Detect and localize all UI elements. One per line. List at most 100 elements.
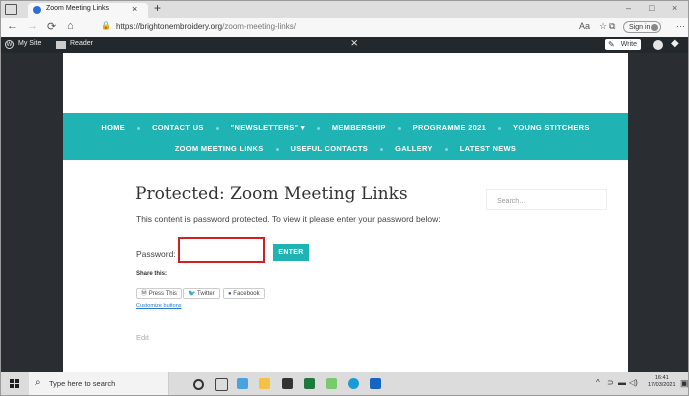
wpcom-x-icon: ⨯ [350, 38, 359, 49]
windows-logo-icon [15, 384, 19, 388]
nav-row-secondary: ZOOM MEETING LINKS USEFUL CONTACTS GALLERY… [63, 144, 628, 153]
network-icon[interactable]: ⊃ [607, 378, 614, 387]
excel-app-icon[interactable] [304, 378, 315, 389]
nav-row-primary: HOME CONTACT US "NEWSLETTERS" ▾ MEMBERSHIP P… [63, 123, 628, 132]
user-avatar[interactable] [653, 40, 663, 50]
start-button[interactable] [10, 379, 20, 389]
favorites-star-icon[interactable]: ☆ [599, 21, 607, 32]
share-heading: Share this: [136, 271, 168, 277]
refresh-button[interactable]: ⟳ [47, 20, 56, 33]
tray-chevron-icon[interactable]: ^ [596, 378, 600, 387]
notifications-icon[interactable]: ◆ [671, 38, 679, 49]
wordpress-icon: Ⓦ [141, 291, 148, 297]
forward-button[interactable]: → [27, 20, 38, 32]
customize-buttons-link[interactable]: Customize buttons [136, 303, 182, 309]
nav-link[interactable]: MEMBERSHIP [332, 123, 386, 132]
more-menu-button[interactable]: ··· [676, 21, 685, 31]
notification-center-icon[interactable]: ▣ [680, 378, 688, 389]
system-clock[interactable]: 16:41 17/03/2021 [648, 375, 676, 389]
url-path: /zoom-meeting-links/ [222, 22, 296, 31]
password-field[interactable] [178, 237, 265, 263]
task-view-icon[interactable] [215, 378, 228, 391]
windows-logo-icon [10, 384, 14, 388]
page-margin-left [1, 53, 63, 372]
windows-logo-icon [15, 379, 19, 383]
clock-date: 17/03/2021 [648, 382, 676, 388]
tab-strip: Zoom Meeting Links × + – □ × [1, 1, 688, 18]
nav-link[interactable]: LATEST NEWS [460, 144, 517, 153]
zoom-favicon-icon [33, 6, 41, 14]
home-button[interactable]: ⌂ [67, 20, 74, 32]
window-close-button[interactable]: × [672, 3, 677, 13]
taskbar-search-box[interactable]: ⌕ Type here to search [29, 372, 169, 395]
wordpress-logo-icon[interactable]: W [5, 40, 14, 49]
share-facebook-label: Facebook [233, 291, 260, 297]
site-page: HOME CONTACT US "NEWSLETTERS" ▾ MEMBERSHIP P… [63, 53, 628, 372]
nav-link[interactable]: HOME [101, 123, 125, 132]
nav-link[interactable]: CONTACT US [152, 123, 204, 132]
outlook-app-icon[interactable] [370, 378, 381, 389]
url-field[interactable]: https://brightonembroidery.org/zoom-meet… [116, 22, 296, 31]
sign-in-label: Sign in [629, 24, 651, 31]
share-facebook-button[interactable]: ● Facebook [223, 288, 265, 299]
nav-separator-dot [444, 147, 448, 151]
store-app-icon[interactable] [282, 378, 293, 389]
sidebar-search-box[interactable] [486, 189, 609, 210]
my-site-link[interactable]: My Site [18, 40, 41, 47]
profile-icon [651, 24, 658, 31]
edit-link[interactable]: Edit [136, 333, 149, 342]
cortana-icon[interactable] [193, 379, 204, 390]
windows-taskbar: ⌕ Type here to search ^ ⊃ ▬ ◁) 16:41 17/… [1, 372, 688, 395]
nav-link[interactable]: YOUNG STITCHERS [513, 123, 590, 132]
write-button[interactable]: ✎ Write [605, 39, 641, 50]
lock-icon[interactable]: 🔒 [101, 21, 111, 30]
nav-link[interactable]: USEFUL CONTACTS [291, 144, 369, 153]
share-twitter-button[interactable]: 🐦 Twitter [183, 288, 220, 299]
chrome-app-icon[interactable] [348, 378, 359, 389]
sign-in-button[interactable]: Sign in [623, 21, 661, 33]
app-icon[interactable] [326, 378, 337, 389]
nav-link[interactable]: GALLERY [395, 144, 433, 153]
browser-tab[interactable]: Zoom Meeting Links × [28, 3, 148, 18]
reader-icon[interactable] [56, 41, 66, 49]
nav-separator-dot [498, 126, 502, 130]
tab-close-icon[interactable]: × [132, 4, 137, 14]
read-aloud-icon[interactable]: Aa [579, 21, 590, 31]
nav-link[interactable]: ZOOM MEETING LINKS [175, 144, 264, 153]
nav-link[interactable]: "NEWSLETTERS" ▾ [231, 123, 305, 132]
browser-window: Zoom Meeting Links × + – □ × ← → ⟳ ⌂ 🔒 h… [0, 0, 689, 396]
clock-time: 16:41 [654, 375, 669, 381]
nav-link[interactable]: PROGRAMME 2021 [413, 123, 486, 132]
nav-separator-dot [137, 126, 141, 130]
twitter-icon: 🐦 [188, 291, 196, 297]
search-input[interactable] [495, 197, 609, 206]
volume-icon[interactable]: ◁) [629, 378, 638, 387]
reader-link[interactable]: Reader [70, 40, 93, 47]
share-press-this-label: Press This [148, 291, 177, 297]
nav-separator-dot [397, 126, 401, 130]
share-press-this-button[interactable]: Ⓦ Press This [136, 288, 182, 299]
enter-button[interactable]: ENTER [273, 244, 309, 261]
file-explorer-icon[interactable] [259, 378, 270, 389]
nav-separator-dot [380, 147, 384, 151]
share-twitter-label: Twitter [197, 291, 215, 297]
battery-icon[interactable]: ▬ [618, 378, 626, 387]
nav-separator-dot [275, 147, 279, 151]
nav-separator-dot [316, 126, 320, 130]
windows-logo-icon [10, 379, 14, 383]
back-button[interactable]: ← [7, 20, 18, 32]
collections-icon[interactable]: ⧉ [609, 21, 615, 32]
write-label: Write [620, 41, 637, 48]
maximize-button[interactable]: □ [649, 3, 654, 13]
site-navigation: HOME CONTACT US "NEWSLETTERS" ▾ MEMBERSHIP P… [63, 113, 628, 160]
edge-app-icon[interactable] [237, 378, 248, 389]
page-margin-right [628, 53, 688, 372]
facebook-icon: ● [228, 291, 232, 297]
new-tab-button[interactable]: + [154, 1, 161, 15]
url-host: https://brightonembroidery.org [116, 22, 223, 31]
tab-actions-icon[interactable] [5, 4, 17, 15]
search-icon: ⌕ [35, 377, 41, 388]
password-label: Password: [136, 249, 176, 259]
minimize-button[interactable]: – [626, 3, 631, 13]
page-title: Protected: Zoom Meeting Links [135, 184, 408, 204]
